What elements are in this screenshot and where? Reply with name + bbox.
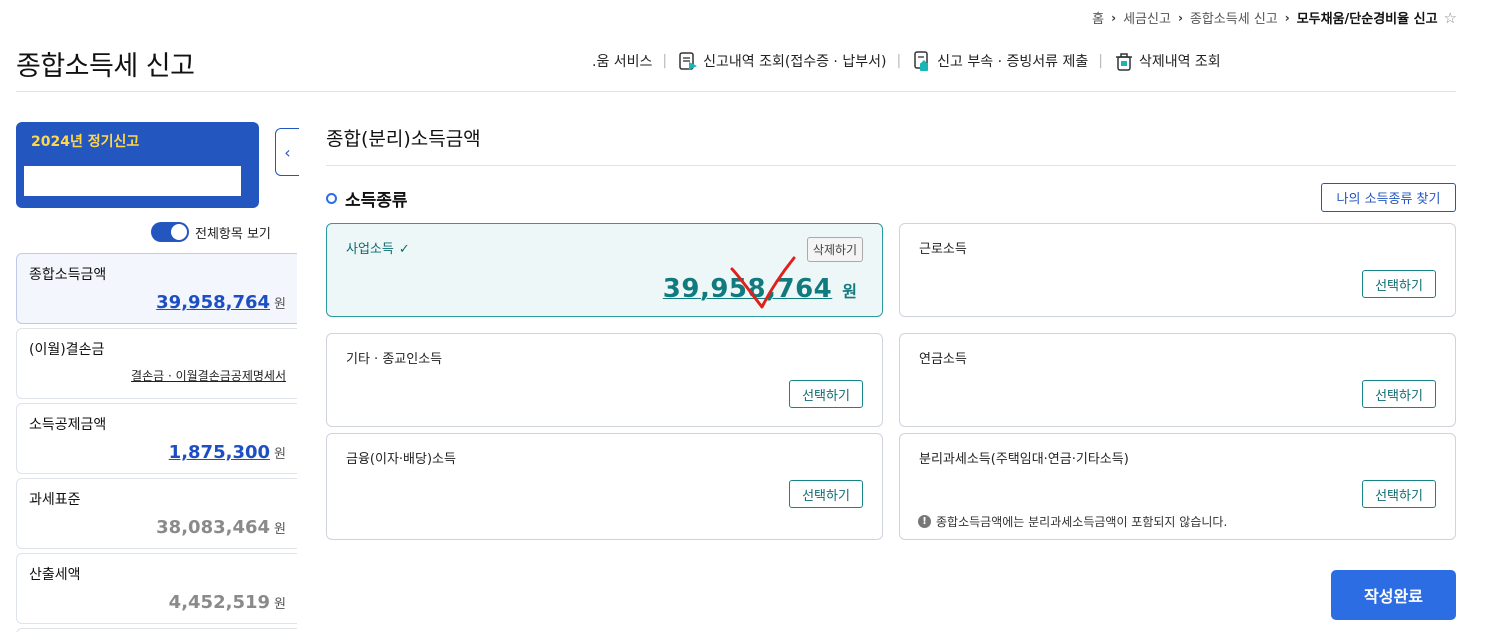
- income-card-other: 기타 · 종교인소득 선택하기: [326, 333, 883, 427]
- breadcrumb-home[interactable]: 홈: [1092, 8, 1104, 27]
- quick-link-attach-documents[interactable]: 신고 부속 · 증빙서류 제출: [911, 50, 1088, 72]
- header-divider: [16, 91, 1456, 92]
- sidebar-item-value: 4,452,519: [168, 592, 271, 613]
- divider: |: [662, 53, 668, 69]
- select-button[interactable]: 선택하기: [1362, 380, 1436, 408]
- income-card-pension: 연금소득 선택하기: [899, 333, 1456, 427]
- sidebar-item-label: (이월)결손금: [29, 342, 105, 358]
- select-button[interactable]: 선택하기: [1362, 270, 1436, 298]
- breadcrumb-income-tax[interactable]: 종합소득세 신고: [1190, 8, 1278, 27]
- checkmark-icon: ✓: [398, 242, 410, 257]
- year-title: 2024년 정기신고: [31, 134, 140, 150]
- year-panel: 2024년 정기신고: [16, 122, 259, 208]
- divider: |: [1098, 53, 1103, 69]
- income-card-financial: 금융(이자·배당)소득 선택하기: [326, 433, 883, 540]
- find-income-type-button[interactable]: 나의 소득종류 찾기: [1321, 183, 1456, 212]
- sub-title-label: 소득종류: [345, 191, 408, 211]
- page-title: 종합소득세 신고: [16, 51, 195, 82]
- unit-label: 원: [842, 282, 857, 301]
- document-upload-icon: [914, 51, 929, 71]
- star-icon[interactable]: ☆: [1444, 9, 1457, 27]
- unit-label: 원: [274, 447, 286, 462]
- sidebar-item-income-deduction[interactable]: 소득공제금액 1,875,300 원: [16, 403, 297, 474]
- select-button[interactable]: 선택하기: [789, 480, 863, 508]
- quick-link-label: .움 서비스: [592, 54, 653, 70]
- select-button[interactable]: 선택하기: [1362, 480, 1436, 508]
- quick-link-label: 신고내역 조회(접수증 · 납부서): [703, 54, 887, 70]
- card-label: 금융(이자·배당)소득: [346, 452, 456, 467]
- quick-link-label: 삭제내역 조회: [1138, 54, 1221, 70]
- unit-label: 원: [274, 522, 286, 537]
- chevron-right-icon: ›: [1177, 10, 1183, 25]
- loss-statement-link[interactable]: 결손금 · 이월결손금공제명세서: [131, 367, 286, 384]
- trash-icon: [1115, 53, 1132, 71]
- sidebar-item-value: 38,083,464: [156, 517, 271, 538]
- divider: |: [896, 53, 902, 69]
- show-all-label: 전체항목 보기: [195, 226, 271, 242]
- sidebar-item-more[interactable]: [16, 628, 297, 632]
- sidebar-item-label: 종합소득금액: [29, 267, 107, 283]
- info-icon: !: [918, 515, 931, 528]
- sidebar-item-label: 과세표준: [29, 492, 81, 508]
- quick-link-report-history[interactable]: 신고내역 조회(접수증 · 납부서): [677, 50, 886, 72]
- chevron-right-icon: ›: [1111, 10, 1117, 25]
- note-text: 종합소득금액에는 분리과세소득금액이 포함되지 않습니다.: [936, 515, 1228, 529]
- sidebar-item-loss[interactable]: (이월)결손금 결손금 · 이월결손금공제명세서: [16, 328, 297, 399]
- select-button[interactable]: 선택하기: [789, 380, 863, 408]
- section-divider: [326, 165, 1456, 166]
- unit-label: 원: [274, 297, 286, 312]
- quick-link-deleted-history[interactable]: 삭제내역 조회: [1113, 50, 1221, 72]
- chevron-left-icon: ‹: [284, 142, 291, 162]
- bullet-icon: [326, 193, 337, 204]
- sidebar-item-value[interactable]: 39,958,764: [156, 292, 270, 313]
- breadcrumb-tax-report[interactable]: 세금신고: [1123, 8, 1171, 27]
- submit-button[interactable]: 작성완료: [1331, 570, 1456, 620]
- red-check-annotation-icon: [730, 256, 796, 309]
- sidebar-item-tax-base[interactable]: 과세표준 38,083,464 원: [16, 478, 297, 549]
- sidebar-item-calculated-tax[interactable]: 산출세액 4,452,519 원: [16, 553, 297, 624]
- card-label: 사업소득 ✓: [346, 238, 410, 257]
- sidebar-item-label: 소득공제금액: [29, 417, 107, 433]
- sidebar-item-total-income[interactable]: 종합소득금액 39,958,764 원: [16, 253, 297, 324]
- card-label: 근로소득: [919, 242, 967, 257]
- card-label-text: 사업소득: [346, 242, 394, 257]
- show-all-toggle-row[interactable]: 전체항목 보기: [151, 222, 271, 242]
- sidebar-item-label: 산출세액: [29, 567, 81, 583]
- sidebar-item-value[interactable]: 1,875,300: [169, 442, 270, 463]
- income-card-earned: 근로소득 선택하기: [899, 223, 1456, 317]
- card-label: 연금소득: [919, 352, 967, 367]
- sidebar-list: 종합소득금액 39,958,764 원 (이월)결손금 결손금 · 이월결손금공…: [16, 253, 297, 632]
- taxpayer-field[interactable]: [24, 166, 241, 196]
- separate-taxation-note: ! 종합소득금액에는 분리과세소득금액이 포함되지 않습니다.: [918, 513, 1227, 530]
- sidebar-collapse-button[interactable]: ‹: [275, 128, 299, 176]
- toggle-knob: [171, 224, 187, 240]
- delete-button[interactable]: 삭제하기: [807, 237, 863, 262]
- breadcrumb-current: 모두채움/단순경비율 신고: [1296, 12, 1438, 27]
- document-list-icon: [679, 52, 698, 70]
- breadcrumb: 홈 › 세금신고 › 종합소득세 신고 › 모두채움/단순경비율 신고 ☆: [1092, 8, 1457, 28]
- quick-links: .움 서비스 | 신고내역 조회(접수증 · 납부서) | 신고 부속 · 증빙…: [592, 50, 1221, 72]
- income-card-separate-taxation: 분리과세소득(주택임대·연금·기타소득) 선택하기 ! 종합소득금액에는 분리과…: [899, 433, 1456, 540]
- quick-link-label: 신고 부속 · 증빙서류 제출: [937, 54, 1089, 70]
- card-label: 분리과세소득(주택임대·연금·기타소득): [919, 452, 1129, 467]
- income-card-business: 사업소득 ✓ 삭제하기 39,958,764 원: [326, 223, 883, 317]
- unit-label: 원: [274, 597, 286, 612]
- sub-title: 소득종류: [326, 186, 408, 211]
- card-label: 기타 · 종교인소득: [346, 352, 443, 367]
- show-all-toggle[interactable]: [151, 222, 189, 242]
- quick-link-service[interactable]: .움 서비스: [592, 51, 652, 71]
- section-title: 종합(분리)소득금액: [326, 128, 481, 150]
- chevron-right-icon: ›: [1284, 10, 1290, 25]
